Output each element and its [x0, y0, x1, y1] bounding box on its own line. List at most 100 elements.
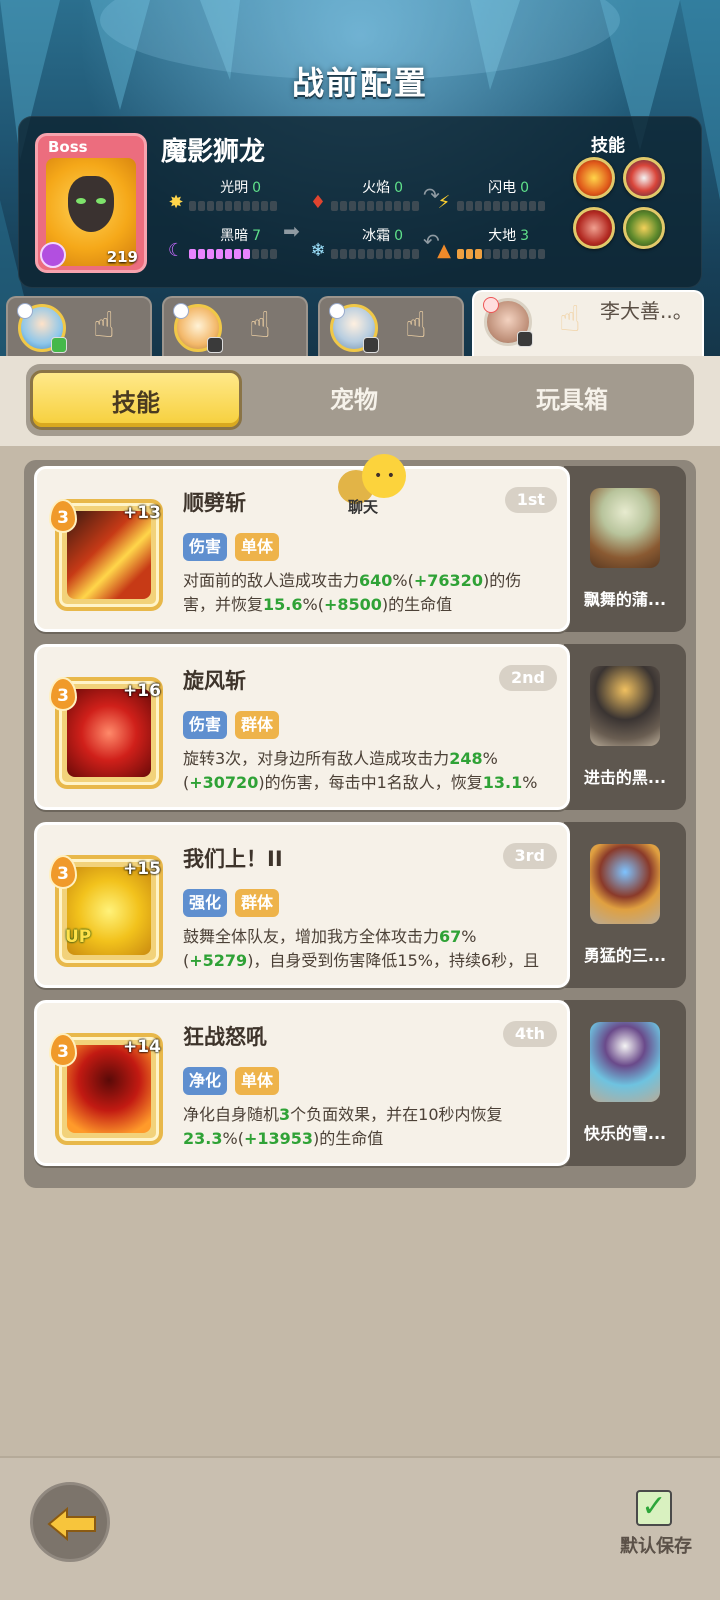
- skill-value: +76320: [413, 571, 483, 590]
- skill-value: 640: [359, 571, 393, 590]
- page-title: 战前配置: [291, 64, 428, 102]
- skill-title: 旋风斩: [183, 669, 246, 693]
- tap-hand-icon: ☝: [405, 305, 427, 346]
- roar-icon[interactable]: [623, 207, 665, 249]
- tap-hand-icon: ☝: [93, 305, 115, 346]
- sun-icon: ✸: [168, 191, 184, 213]
- element-bar: [457, 249, 545, 259]
- tab-skills[interactable]: 技能: [30, 370, 242, 430]
- element-dark: ☾ 黑暗 7: [165, 225, 285, 265]
- skill-tag: 伤害: [183, 533, 228, 561]
- pet-name: 勇猛的三...: [583, 946, 667, 965]
- skill-tag: 单体: [235, 533, 280, 561]
- skill-value: 15.6: [263, 595, 303, 614]
- skill-order-badge: 4th: [502, 1021, 557, 1047]
- skill-text: %(: [392, 571, 414, 590]
- skill-value: 67: [439, 927, 462, 946]
- dark-moon-icon: [40, 242, 66, 268]
- skill-level-badge: 3: [49, 855, 77, 889]
- cycle-arrow-icon: ➡: [283, 219, 300, 243]
- skill-text: 对面前的敌人造成攻击力: [183, 571, 360, 590]
- skill-order-badge: 1st: [504, 487, 557, 513]
- skill-text: 鼓舞全体队友，增加我方全体攻击力: [183, 927, 440, 946]
- chat-label: 聊天: [348, 498, 379, 516]
- tab-pets[interactable]: 宠物: [248, 370, 460, 430]
- skill-value: +5279: [189, 951, 248, 970]
- battle-roar-icon: [67, 1045, 151, 1133]
- skill-value: 13.1: [482, 773, 523, 792]
- pet-name: 进击的黑...: [583, 768, 667, 787]
- skill-value: +13953: [243, 1129, 314, 1148]
- skill-text: %(: [222, 1129, 244, 1148]
- claw-slash-icon[interactable]: [573, 207, 615, 249]
- triceratops-pet-icon: [590, 844, 660, 924]
- skill-card-2[interactable]: 3 +16 旋风斩 2nd 伤害 群体 旋转3次，对身边所有敌人造成攻击力248…: [34, 644, 570, 810]
- cycle-arrow-icon: ↶: [423, 229, 440, 253]
- boss-tag: Boss: [48, 138, 88, 156]
- cleave-slash-icon: [67, 511, 151, 599]
- element-bar: [331, 201, 419, 211]
- default-save-toggle[interactable]: ✓ 默认保存: [608, 1490, 704, 1570]
- element-bar: [457, 201, 545, 211]
- skill-description: 旋转3次，对身边所有敌人造成攻击力248%(+30720)的伤害，每击中1名敌人…: [183, 747, 553, 797]
- save-label: 默认保存: [620, 1536, 692, 1557]
- skill-text: %(: [302, 595, 324, 614]
- pet-name: 飘舞的蒲...: [583, 590, 667, 609]
- skill-level-badge: 3: [49, 677, 77, 711]
- hero-tab-1[interactable]: ☝: [6, 296, 152, 356]
- skill-text: )的生命值: [381, 595, 453, 614]
- element-lightning: ⚡ 闪电 0: [433, 177, 553, 217]
- boss-name: 魔影狮龙: [161, 137, 266, 167]
- element-bar: [189, 201, 277, 211]
- boss-info-scene: 战前配置 Boss 219 魔影狮龙 ✸ 光明 0 ♦ 火焰 0 ⚡ 闪电 0 …: [0, 0, 720, 360]
- black-mole-pet-icon: [590, 666, 660, 746]
- chat-button[interactable]: • • 聊天: [334, 454, 414, 520]
- cycle-arrow-icon: ↷: [423, 183, 440, 207]
- skill-card-4[interactable]: 3 +14 狂战怒吼 4th 净化 单体 净化自身随机3个负面效果，并在10秒内…: [34, 1000, 570, 1166]
- skill-text: 旋转3次，对身边所有敌人造成攻击力: [183, 749, 450, 768]
- config-main: 技能 宠物 玩具箱 飘舞的蒲... 3 +13 顺劈斩 1st 伤害 单体 对面…: [0, 356, 720, 1600]
- skill-order-badge: 2nd: [499, 665, 557, 691]
- pet-slot-4[interactable]: 快乐的雪...: [564, 1000, 686, 1166]
- boss-skills-label: 技能: [591, 136, 625, 156]
- skill-plus: +16: [123, 681, 161, 701]
- skill-card-3[interactable]: 3 +15 UP 我们上！II 3rd 强化 群体 鼓舞全体队友，增加我方全体攻…: [34, 822, 570, 988]
- skill-value: +30720: [189, 773, 259, 792]
- boss-panel: Boss 219 魔影狮龙 ✸ 光明 0 ♦ 火焰 0 ⚡ 闪电 0 ☾ 黑暗 7 ❄: [18, 116, 702, 288]
- hamster-hero-icon: [173, 303, 223, 353]
- skill-order-badge: 3rd: [502, 843, 557, 869]
- skill-value: +8500: [323, 595, 382, 614]
- skill-value: 248: [449, 749, 483, 768]
- hero-tab-3[interactable]: ☝: [318, 296, 464, 356]
- back-button[interactable]: [30, 1482, 110, 1562]
- pet-name: 快乐的雪...: [583, 1124, 667, 1143]
- element-bar: [331, 249, 419, 259]
- skill-plus: +13: [123, 503, 161, 523]
- bottom-bar: ✓ 默认保存: [0, 1456, 720, 1600]
- element-light: ✸ 光明 0: [165, 177, 285, 217]
- pet-slot-2[interactable]: 进击的黑...: [564, 644, 686, 810]
- element-bar: [189, 249, 277, 259]
- flame-icon: ♦: [309, 191, 327, 213]
- fire-slash-icon[interactable]: [573, 157, 615, 199]
- pet-slot-1[interactable]: 飘舞的蒲...: [564, 466, 686, 632]
- skill-tag: 群体: [235, 889, 280, 917]
- hero-tab-2[interactable]: ☝: [162, 296, 308, 356]
- hero-tab-4[interactable]: ☝ 李大善..。: [472, 290, 704, 356]
- hero-name: 李大善..。: [600, 299, 693, 323]
- skill-tag: 净化: [183, 1067, 228, 1095]
- skill-description: 净化自身随机3个负面效果，并在10秒内恢复 23.3%(+13953)的生命值: [183, 1103, 553, 1151]
- tap-hand-icon: ☝: [559, 299, 581, 340]
- tap-hand-icon: ☝: [249, 305, 271, 346]
- skill-list: 飘舞的蒲... 3 +13 顺劈斩 1st 伤害 单体 对面前的敌人造成攻击力6…: [24, 460, 696, 1188]
- tab-toybox[interactable]: 玩具箱: [466, 370, 678, 430]
- pet-slot-3[interactable]: 勇猛的三...: [564, 822, 686, 988]
- element-frost: ❄ 冰霜 0: [307, 225, 427, 265]
- fire-dragon-icon[interactable]: [623, 157, 665, 199]
- skill-tag: 强化: [183, 889, 228, 917]
- blue-hair-hero-icon: [17, 303, 67, 353]
- skill-title: 我们上！II: [183, 847, 283, 871]
- checkbox-checked-icon[interactable]: ✓: [636, 1490, 672, 1526]
- skill-card-1[interactable]: 3 +13 顺劈斩 1st 伤害 单体 对面前的敌人造成攻击力640%(+763…: [34, 466, 570, 632]
- boss-portrait[interactable]: Boss 219: [35, 133, 147, 273]
